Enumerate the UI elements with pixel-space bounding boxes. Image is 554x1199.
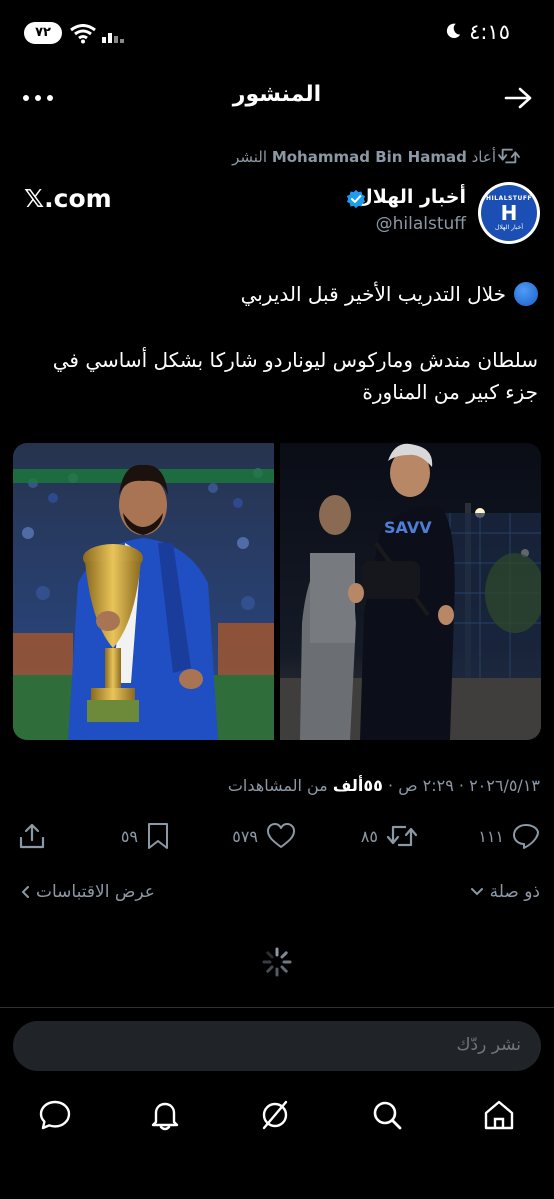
author-name[interactable]: أخبار الهلال [356, 186, 466, 208]
loading-spinner-icon [262, 947, 292, 977]
reply-input[interactable]: نشر ردّك [13, 1021, 541, 1071]
moon-icon [446, 23, 461, 39]
status-bar: ٤:١٥ ٧٢ [0, 0, 554, 70]
divider [0, 1007, 554, 1008]
reply-button[interactable]: ١١١ [478, 820, 540, 852]
svg-text:SAVV: SAVV [384, 518, 432, 537]
tweet-image-training[interactable]: SAVV [280, 443, 541, 740]
reply-count: ١١١ [478, 826, 504, 846]
status-time: ٤:١٥ [469, 20, 510, 44]
tweet-date: ٢٠٢٦/٥/١٣ [469, 776, 540, 795]
tweet-image-trophy[interactable] [13, 443, 274, 740]
avatar-text-bottom: أخبار الهلال [494, 224, 524, 231]
chevron-left-icon [21, 886, 29, 898]
avatar-h-mark: H [500, 201, 518, 225]
battery-indicator: ٧٢ [24, 22, 62, 44]
avatar[interactable]: HILALSTUFF H أخبار الهلال [478, 182, 540, 244]
wifi-icon [70, 24, 96, 44]
bookmark-button[interactable]: ٥٩ [121, 820, 170, 852]
tweet-headline: خلال التدريب الأخير قبل الديربي [241, 282, 538, 306]
verified-badge-icon [346, 189, 366, 209]
relevant-sort-dropdown[interactable]: ذو صلة [470, 882, 540, 902]
notifications-bell-icon[interactable] [148, 1098, 182, 1132]
avatar-logo: HILALSTUFF H أخبار الهلال [481, 185, 537, 241]
more-options-icon[interactable] [22, 92, 54, 104]
home-icon[interactable] [482, 1098, 516, 1132]
tweet-meta: ٢٠٢٦/٥/١٣ · ٢:٢٩ ص · ٥٥ألف من المشاهدات [227, 776, 540, 795]
view-quotes-link[interactable]: عرض الاقتباسات [20, 882, 155, 902]
tweet-headline-text: خلال التدريب الأخير قبل الديربي [240, 282, 506, 306]
repost-icon [498, 148, 520, 164]
views-label: من المشاهدات [227, 776, 328, 795]
heart-icon [267, 823, 295, 848]
repost-button[interactable]: ٨٥ [361, 820, 418, 852]
tweet-body: سلطان مندش وماركوس ليوناردو شاركا بشكل أ… [52, 348, 538, 404]
reply-placeholder: نشر ردّك [456, 1035, 521, 1055]
reply-icon [513, 824, 539, 849]
like-button[interactable]: ٥٧٩ [232, 820, 296, 852]
repost-count: ٨٥ [360, 826, 378, 846]
bookmark-count: ٥٩ [120, 826, 138, 846]
repost-prefix: أعاد [471, 148, 496, 166]
quotes-label: عرض الاقتباسات [36, 882, 155, 902]
views-count[interactable]: ٥٥ألف [333, 776, 383, 795]
repost-attribution[interactable]: أعاد Mohammad Bin Hamad النشر [232, 148, 496, 166]
repost-action-icon [386, 825, 418, 847]
chevron-down-icon [470, 888, 483, 896]
share-icon [19, 823, 45, 849]
grok-icon[interactable] [258, 1098, 292, 1132]
blue-circle-icon [514, 282, 538, 306]
repost-suffix: النشر [232, 148, 268, 166]
share-button[interactable] [18, 820, 46, 852]
search-icon[interactable] [370, 1098, 404, 1132]
signal-icon [102, 33, 124, 43]
like-count: ٥٧٩ [232, 826, 258, 846]
bottom-navigation [0, 1084, 554, 1148]
author-handle[interactable]: @hilalstuff [376, 214, 466, 234]
bookmark-icon [148, 823, 168, 849]
page-title: المنشور [232, 82, 322, 107]
messages-icon[interactable] [38, 1098, 72, 1132]
tweet-time: ٢:٢٩ ص [398, 776, 454, 795]
repost-user[interactable]: Mohammad Bin Hamad [272, 148, 467, 166]
relevant-label: ذو صلة [489, 882, 540, 902]
source-label[interactable]: 𝕏.com [24, 184, 112, 213]
